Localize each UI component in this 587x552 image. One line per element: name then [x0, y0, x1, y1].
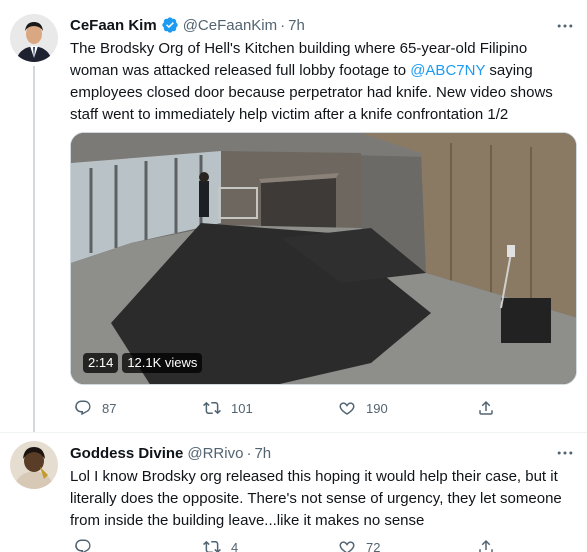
- retweet-button[interactable]: 4: [203, 536, 238, 552]
- avatar[interactable]: [10, 441, 58, 489]
- author-name[interactable]: CeFaan Kim: [70, 17, 157, 34]
- tweet-header: Goddess Divine @RRivo · 7h: [70, 442, 271, 464]
- tweet-text: The Brodsky Org of Hell's Kitchen buildi…: [70, 40, 553, 123]
- like-count: 190: [366, 400, 388, 416]
- author-handle[interactable]: @RRivo: [187, 445, 243, 462]
- video-badges: 2:14 12.1K views: [83, 353, 203, 373]
- reply-button[interactable]: [74, 536, 102, 552]
- retweet-icon: [203, 540, 221, 552]
- more-options-icon[interactable]: [555, 16, 575, 36]
- tweet[interactable]: Goddess Divine @RRivo · 7h Lol I know Br…: [0, 432, 587, 552]
- retweet-icon: [203, 401, 221, 415]
- heart-icon: [339, 541, 355, 552]
- retweet-button[interactable]: 101: [203, 397, 253, 419]
- retweet-count: 101: [231, 400, 253, 416]
- tweet[interactable]: CeFaan Kim @CeFaanKim · 7h The Brodsky O…: [0, 0, 587, 432]
- author-handle[interactable]: @CeFaanKim: [183, 17, 277, 34]
- share-icon: [479, 539, 493, 552]
- like-button[interactable]: 72: [338, 536, 380, 552]
- like-count: 72: [366, 539, 381, 552]
- video-duration: 2:14: [83, 353, 119, 373]
- heart-icon: [339, 402, 355, 415]
- retweet-count: 4: [231, 539, 239, 552]
- more-options-icon[interactable]: [555, 443, 575, 463]
- reply-icon: [75, 400, 91, 416]
- timestamp[interactable]: 7h: [254, 445, 271, 462]
- mention-link[interactable]: @ABC7NY: [410, 62, 485, 79]
- tweet-actions: 4 72: [70, 536, 500, 552]
- author-name[interactable]: Goddess Divine: [70, 445, 183, 462]
- share-button[interactable]: [477, 397, 505, 419]
- avatar[interactable]: [10, 14, 58, 62]
- separator-dot: ·: [246, 444, 252, 462]
- share-button[interactable]: [477, 536, 505, 552]
- like-button[interactable]: 190: [338, 397, 388, 419]
- thread-connector: [33, 66, 35, 432]
- timestamp[interactable]: 7h: [288, 17, 305, 34]
- verified-badge-icon: [162, 17, 178, 33]
- reply-button[interactable]: 87: [74, 397, 116, 419]
- reply-count: 87: [102, 400, 117, 416]
- reply-icon: [75, 539, 91, 552]
- tweet-header: CeFaan Kim @CeFaanKim · 7h: [70, 14, 305, 36]
- separator-dot: ·: [280, 16, 286, 34]
- tweet-actions: 87 101 190: [70, 397, 500, 419]
- video-views: 12.1K views: [122, 353, 203, 373]
- share-icon: [479, 400, 493, 415]
- video-frame-illustration: [71, 133, 576, 384]
- tweet-text: Lol I know Brodsky org released this hop…: [70, 468, 562, 529]
- video-player[interactable]: 2:14 12.1K views: [70, 132, 577, 385]
